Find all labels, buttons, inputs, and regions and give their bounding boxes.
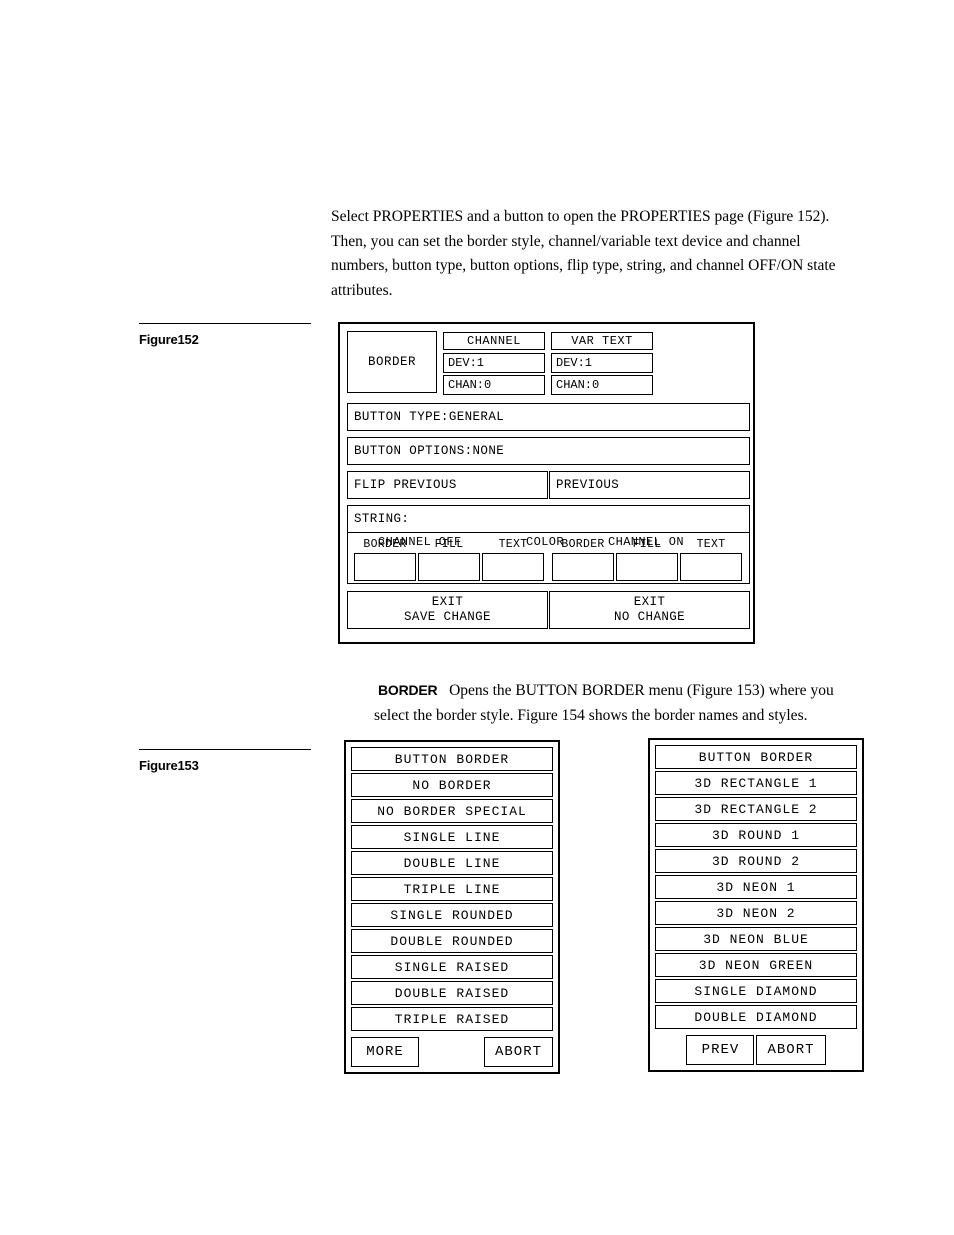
figure-152-caption-text: Figure152 [139, 332, 199, 347]
menu1-item-no-border[interactable]: NO BORDER [351, 773, 553, 797]
menu2-item-double-diamond[interactable]: DOUBLE DIAMOND [655, 1005, 857, 1029]
off-fill-swatch-label: FILL [434, 538, 464, 551]
menu1-item-single-line[interactable]: SINGLE LINE [351, 825, 553, 849]
menu1-item-double-line[interactable]: DOUBLE LINE [351, 851, 553, 875]
menu2-item-3d-rectangle-1[interactable]: 3D RECTANGLE 1 [655, 771, 857, 795]
channel-chan-field[interactable]: CHAN:0 [443, 375, 545, 395]
menu2-item-3d-round-2[interactable]: 3D ROUND 2 [655, 849, 857, 873]
intro-line-3: numbers, button type, button options, fl… [331, 257, 836, 274]
exit-save-change-line2: SAVE CHANGE [404, 610, 491, 624]
caption-rule [139, 323, 311, 324]
off-text-swatch-label: TEXT [498, 538, 528, 551]
caption-rule-2 [139, 749, 311, 750]
exit-save-change-button[interactable]: EXIT SAVE CHANGE [347, 591, 548, 629]
menu1-more-button[interactable]: MORE [351, 1037, 419, 1067]
button-type-row[interactable]: BUTTON TYPE:GENERAL [347, 403, 750, 431]
intro-line-4: attributes. [331, 281, 393, 299]
border-term: BORDER [378, 682, 438, 698]
exit-no-change-line1: EXIT [633, 595, 666, 609]
menu1-item-double-rounded[interactable]: DOUBLE ROUNDED [351, 929, 553, 953]
menu2-item-3d-neon-1[interactable]: 3D NEON 1 [655, 875, 857, 899]
var-text-dev-field[interactable]: DEV:1 [551, 353, 653, 373]
figure-153-caption: Figure153 [139, 749, 311, 773]
menu1-item-triple-line[interactable]: TRIPLE LINE [351, 877, 553, 901]
menu2-item-3d-rectangle-2[interactable]: 3D RECTANGLE 2 [655, 797, 857, 821]
button-border-menu-page2: BUTTON BORDER 3D RECTANGLE 1 3D RECTANGL… [648, 738, 864, 1072]
on-text-swatch[interactable]: TEXT [680, 538, 742, 581]
menu2-item-single-diamond[interactable]: SINGLE DIAMOND [655, 979, 857, 1003]
menu1-title: BUTTON BORDER [351, 747, 553, 771]
menu2-item-3d-neon-green[interactable]: 3D NEON GREEN [655, 953, 857, 977]
exit-no-change-button[interactable]: EXIT NO CHANGE [549, 591, 750, 629]
button-border-menu-page1: BUTTON BORDER NO BORDER NO BORDER SPECIA… [344, 740, 560, 1074]
border-button[interactable]: BORDER [347, 331, 437, 393]
menu1-item-single-rounded[interactable]: SINGLE ROUNDED [351, 903, 553, 927]
menu2-title: BUTTON BORDER [655, 745, 857, 769]
flip-type-row[interactable]: FLIP PREVIOUS [347, 471, 548, 499]
on-border-swatch-label: BORDER [561, 538, 605, 551]
var-text-group-header: VAR TEXT [551, 332, 653, 350]
menu1-item-triple-raised[interactable]: TRIPLE RAISED [351, 1007, 553, 1031]
menu2-prev-button[interactable]: PREV [686, 1035, 755, 1065]
color-section: CHANNEL OFF COLOR CHANNEL ON BORDER FILL… [347, 532, 750, 584]
border-description: BORDER Opens the BUTTON BORDER menu (Fig… [374, 678, 878, 728]
menu2-footer: PREV ABORT [655, 1035, 857, 1065]
figure-152-caption: Figure152 [139, 323, 311, 347]
flip-value-row[interactable]: PREVIOUS [549, 471, 750, 499]
exit-no-change-line2: NO CHANGE [613, 610, 686, 624]
menu1-item-no-border-special[interactable]: NO BORDER SPECIAL [351, 799, 553, 823]
button-options-row[interactable]: BUTTON OPTIONS:NONE [347, 437, 750, 465]
channel-dev-field[interactable]: DEV:1 [443, 353, 545, 373]
on-fill-swatch[interactable]: FILL [616, 538, 678, 581]
exit-save-change-line1: EXIT [431, 595, 464, 609]
on-text-swatch-label: TEXT [696, 538, 726, 551]
menu1-footer: MORE ABORT [351, 1037, 553, 1067]
menu1-abort-button[interactable]: ABORT [483, 1037, 553, 1067]
on-border-swatch[interactable]: BORDER [552, 538, 614, 581]
off-fill-swatch[interactable]: FILL [418, 538, 480, 581]
menu2-item-3d-neon-blue[interactable]: 3D NEON BLUE [655, 927, 857, 951]
intro-line-2: Then, you can set the border style, chan… [331, 232, 801, 250]
border-description-line-2: select the border style. Figure 154 show… [374, 706, 808, 724]
menu2-abort-button[interactable]: ABORT [756, 1035, 826, 1065]
off-border-swatch[interactable]: BORDER [354, 538, 416, 581]
border-description-line-1: Opens the BUTTON BORDER menu (Figure 153… [449, 682, 834, 699]
intro-paragraph: Select PROPERTIES and a button to open t… [331, 205, 897, 303]
figure-153-caption-text: Figure153 [139, 758, 199, 773]
channel-group-header: CHANNEL [443, 332, 545, 350]
menu2-item-3d-round-1[interactable]: 3D ROUND 1 [655, 823, 857, 847]
properties-page-panel: BORDER CHANNEL DEV:1 CHAN:0 VAR TEXT DEV… [338, 322, 755, 644]
off-text-swatch[interactable]: TEXT [482, 538, 544, 581]
menu1-item-double-raised[interactable]: DOUBLE RAISED [351, 981, 553, 1005]
string-row[interactable]: STRING: [347, 505, 750, 533]
menu1-item-single-raised[interactable]: SINGLE RAISED [351, 955, 553, 979]
menu2-item-3d-neon-2[interactable]: 3D NEON 2 [655, 901, 857, 925]
off-border-swatch-label: BORDER [363, 538, 407, 551]
var-text-chan-field[interactable]: CHAN:0 [551, 375, 653, 395]
on-fill-swatch-label: FILL [632, 538, 662, 551]
intro-line-1: Select PROPERTIES and a button to open t… [331, 208, 830, 225]
